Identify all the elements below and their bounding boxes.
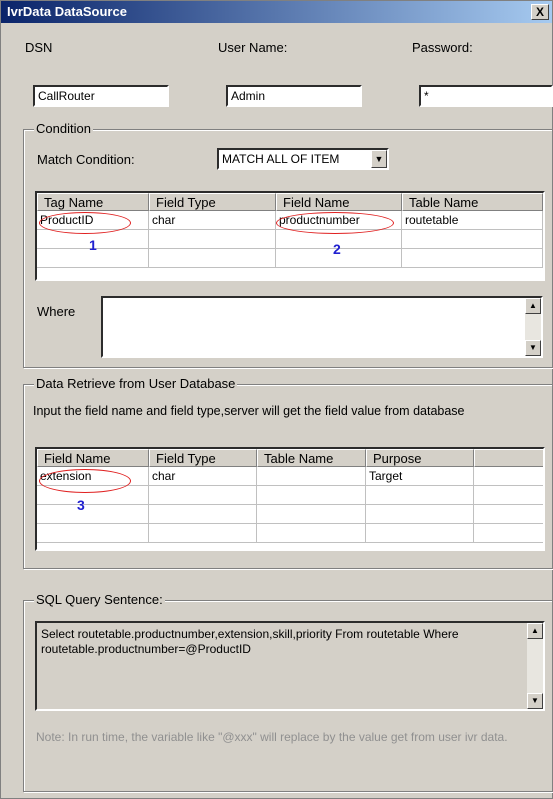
password-label: Password: <box>412 40 473 55</box>
sql-query-textarea[interactable]: Select routetable.productnumber,extensio… <box>35 621 545 711</box>
runtime-note: Note: In run time, the variable like "@x… <box>36 730 508 744</box>
data-retrieve-group-label: Data Retrieve from User Database <box>34 376 238 391</box>
password-input[interactable]: * <box>419 85 553 107</box>
annotation-number-1: 1 <box>89 237 97 253</box>
sql-scrollbar[interactable]: ▲ ▼ <box>527 623 543 709</box>
where-textarea[interactable]: ▲ ▼ <box>101 296 543 358</box>
table-cell[interactable] <box>474 486 543 505</box>
dsn-label: DSN <box>25 40 53 55</box>
user-name-label: User Name: <box>218 40 288 55</box>
column-header-tag-name[interactable]: Tag Name <box>37 193 149 211</box>
table-cell[interactable]: routetable <box>402 211 543 230</box>
table-cell[interactable] <box>149 505 257 524</box>
column-header-field-type[interactable]: Field Type <box>149 193 276 211</box>
annotation-ellipse-1 <box>39 212 131 234</box>
column-header-field-name[interactable]: Field Name <box>276 193 402 211</box>
chevron-down-icon[interactable]: ▼ <box>371 150 387 168</box>
table-cell[interactable] <box>402 249 543 268</box>
table-cell[interactable] <box>257 486 366 505</box>
table-cell[interactable] <box>474 467 543 486</box>
where-scrollbar[interactable]: ▲ ▼ <box>525 298 541 356</box>
table-cell[interactable]: char <box>149 467 257 486</box>
annotation-ellipse-2 <box>276 212 394 234</box>
table-cell[interactable] <box>366 505 474 524</box>
close-button[interactable]: X <box>531 4 549 20</box>
match-condition-value: MATCH ALL OF ITEM <box>222 152 340 166</box>
scroll-down-icon[interactable]: ▼ <box>525 340 541 356</box>
match-condition-label: Match Condition: <box>37 152 135 167</box>
sql-query-text: Select routetable.productnumber,extensio… <box>41 627 459 656</box>
table-cell[interactable] <box>474 505 543 524</box>
table-cell[interactable] <box>366 524 474 543</box>
condition-table: Tag Name Field Type Field Name Table Nam… <box>35 191 545 281</box>
condition-group-label: Condition <box>34 121 93 136</box>
table-cell[interactable] <box>149 249 276 268</box>
annotation-number-2: 2 <box>333 241 341 257</box>
column-header-table-name[interactable]: Table Name <box>257 449 366 467</box>
title-bar[interactable]: IvrData DataSource X <box>1 1 552 23</box>
scroll-up-icon[interactable]: ▲ <box>527 623 543 639</box>
table-cell[interactable] <box>37 505 149 524</box>
annotation-number-3: 3 <box>77 497 85 513</box>
table-cell[interactable]: char <box>149 211 276 230</box>
table-cell[interactable] <box>257 524 366 543</box>
column-header-field-type[interactable]: Field Type <box>149 449 257 467</box>
scroll-up-icon[interactable]: ▲ <box>525 298 541 314</box>
table-cell[interactable]: Target <box>366 467 474 486</box>
table-cell[interactable] <box>149 230 276 249</box>
table-cell[interactable] <box>257 467 366 486</box>
data-retrieve-table: Field Name Field Type Table Name Purpose… <box>35 447 545 551</box>
table-cell[interactable] <box>257 505 366 524</box>
ivrdata-datasource-dialog: IvrData DataSource X DSN CallRouter User… <box>0 0 553 799</box>
table-cell[interactable] <box>149 486 257 505</box>
table-cell[interactable] <box>474 524 543 543</box>
data-retrieve-instruction: Input the field name and field type,serv… <box>33 404 465 418</box>
table-cell[interactable] <box>37 524 149 543</box>
window-title: IvrData DataSource <box>7 4 127 19</box>
annotation-ellipse-3 <box>39 469 131 493</box>
where-label: Where <box>37 304 76 319</box>
column-header-field-name[interactable]: Field Name <box>37 449 149 467</box>
column-header-empty[interactable] <box>474 449 543 467</box>
table-cell[interactable] <box>366 486 474 505</box>
dsn-input[interactable]: CallRouter <box>33 85 169 107</box>
user-name-input[interactable]: Admin <box>226 85 362 107</box>
scroll-down-icon[interactable]: ▼ <box>527 693 543 709</box>
sql-query-group-label: SQL Query Sentence: <box>34 592 165 607</box>
match-condition-select[interactable]: MATCH ALL OF ITEM ▼ <box>217 148 389 170</box>
table-cell[interactable] <box>402 230 543 249</box>
table-cell[interactable] <box>149 524 257 543</box>
column-header-purpose[interactable]: Purpose <box>366 449 474 467</box>
column-header-table-name[interactable]: Table Name <box>402 193 543 211</box>
